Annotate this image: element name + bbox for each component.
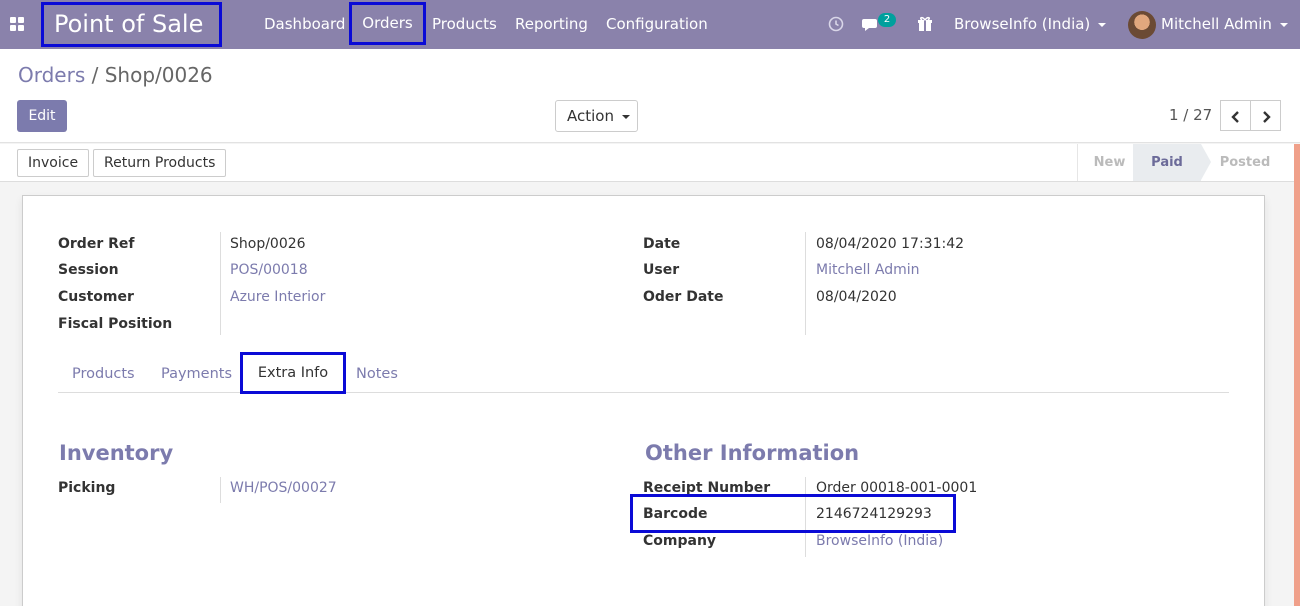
picking-link[interactable]: WH/POS/00027 — [230, 480, 337, 496]
breadcrumb-current: Shop/0026 — [104, 63, 213, 87]
menu-products[interactable]: Products — [432, 0, 497, 49]
user-menu[interactable]: Mitchell Admin — [1161, 0, 1288, 49]
company-switcher[interactable]: BrowseInfo (India) — [954, 0, 1107, 49]
edit-button[interactable]: Edit — [17, 100, 67, 132]
stage-posted: Posted — [1219, 155, 1271, 170]
field-divider — [220, 477, 221, 503]
control-panel: Orders / Shop/0026 Edit Action 1 / 27 — [0, 49, 1300, 143]
order-date-value: 08/04/2020 — [816, 289, 897, 305]
action-label: Action — [567, 107, 614, 125]
other-information-group-title: Other Information — [645, 441, 860, 465]
fiscal-position-label: Fiscal Position — [58, 316, 173, 332]
chevron-left-icon — [1230, 110, 1239, 123]
pager-value[interactable]: 1 / 27 — [1169, 106, 1212, 124]
date-value: 08/04/2020 17:31:42 — [816, 236, 965, 252]
menu-dashboard[interactable]: Dashboard — [264, 0, 345, 49]
pager-previous-button[interactable] — [1220, 100, 1251, 131]
barcode-highlight-box — [630, 494, 956, 533]
breadcrumb-orders-link[interactable]: Orders — [18, 63, 85, 87]
scrollbar-accent — [1294, 144, 1300, 606]
apps-icon[interactable] — [10, 17, 24, 31]
session-label: Session — [58, 262, 119, 278]
tab-payments[interactable]: Payments — [161, 356, 232, 393]
company-label: Company — [643, 533, 717, 549]
menu-configuration[interactable]: Configuration — [606, 0, 708, 49]
avatar[interactable] — [1128, 11, 1156, 39]
user-name: Mitchell Admin — [1161, 15, 1272, 33]
inventory-group-title: Inventory — [59, 441, 174, 465]
breadcrumb: Orders / Shop/0026 — [18, 63, 213, 87]
caret-down-icon — [1279, 22, 1288, 27]
tab-notes[interactable]: Notes — [356, 356, 398, 393]
customer-label: Customer — [58, 289, 134, 305]
top-navbar: Point of Sale Dashboard Orders Products … — [0, 0, 1300, 49]
date-label: Date — [643, 236, 681, 252]
caret-down-icon — [621, 114, 630, 119]
user-link[interactable]: Mitchell Admin — [816, 262, 920, 278]
stage-paid: Paid — [1133, 144, 1211, 181]
tab-extra-info[interactable]: Extra Info — [240, 352, 346, 394]
menu-reporting[interactable]: Reporting — [515, 0, 588, 49]
field-divider — [805, 232, 806, 335]
company-name: BrowseInfo (India) — [954, 15, 1091, 33]
session-link[interactable]: POS/00018 — [230, 262, 308, 278]
menu-orders[interactable]: Orders — [349, 2, 426, 45]
order-ref-label: Order Ref — [58, 236, 135, 252]
pager-next-button[interactable] — [1250, 100, 1281, 131]
picking-label: Picking — [58, 480, 116, 496]
order-ref-value: Shop/0026 — [230, 236, 306, 252]
clock-icon[interactable] — [827, 15, 845, 33]
company-link[interactable]: BrowseInfo (India) — [816, 533, 943, 549]
app-brand[interactable]: Point of Sale — [41, 2, 222, 47]
order-date-label: Oder Date — [643, 289, 724, 305]
tab-products[interactable]: Products — [72, 356, 135, 393]
notebook-tabs: Products Payments Notes — [58, 356, 1229, 393]
chevron-right-icon — [1262, 110, 1271, 123]
user-label: User — [643, 262, 680, 278]
form-statusbar: Invoice Return Products New Paid Posted — [0, 144, 1300, 182]
gift-icon[interactable] — [916, 15, 934, 33]
caret-down-icon — [1098, 22, 1107, 27]
customer-link[interactable]: Azure Interior — [230, 289, 325, 305]
invoice-button[interactable]: Invoice — [17, 149, 90, 177]
messages-badge: 2 — [878, 13, 896, 27]
breadcrumb-separator: / — [85, 63, 105, 87]
field-divider — [220, 232, 221, 335]
return-products-button[interactable]: Return Products — [93, 149, 227, 177]
stage-new: New — [1077, 144, 1133, 181]
action-dropdown[interactable]: Action — [555, 100, 638, 132]
